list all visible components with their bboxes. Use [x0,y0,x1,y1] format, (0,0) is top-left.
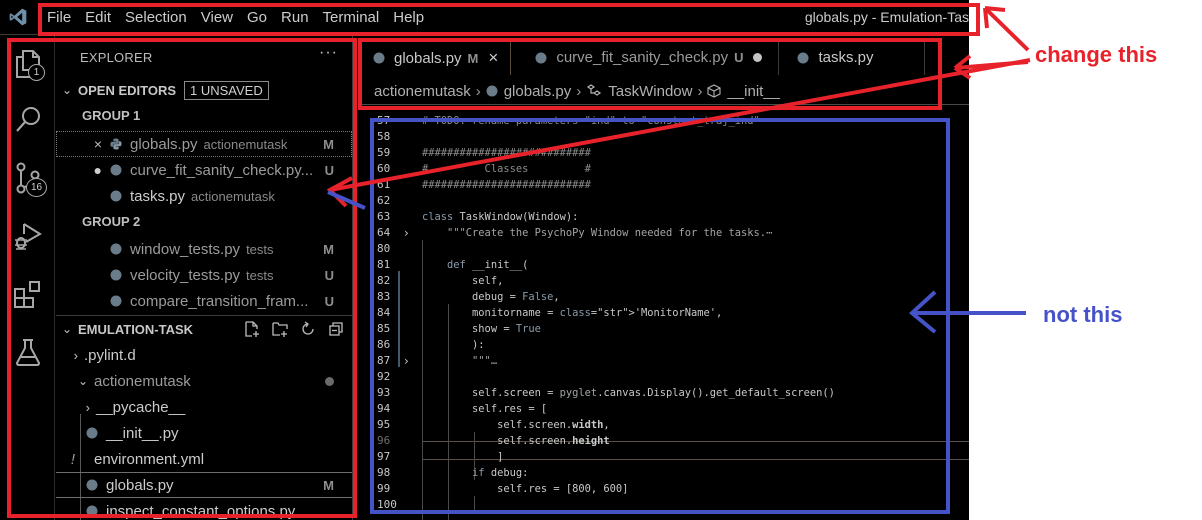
annotation-box-sidebar [7,38,357,518]
annotation-box-titlebar [38,3,980,36]
annotation-box-editor [370,118,950,514]
annotation-change-label: change this [1035,42,1158,67]
vscode-logo-icon [0,0,36,35]
red-arrow-title [983,6,1030,52]
annotation-keep-label: not this [1043,302,1123,327]
annotation-box-tabs [358,38,942,110]
